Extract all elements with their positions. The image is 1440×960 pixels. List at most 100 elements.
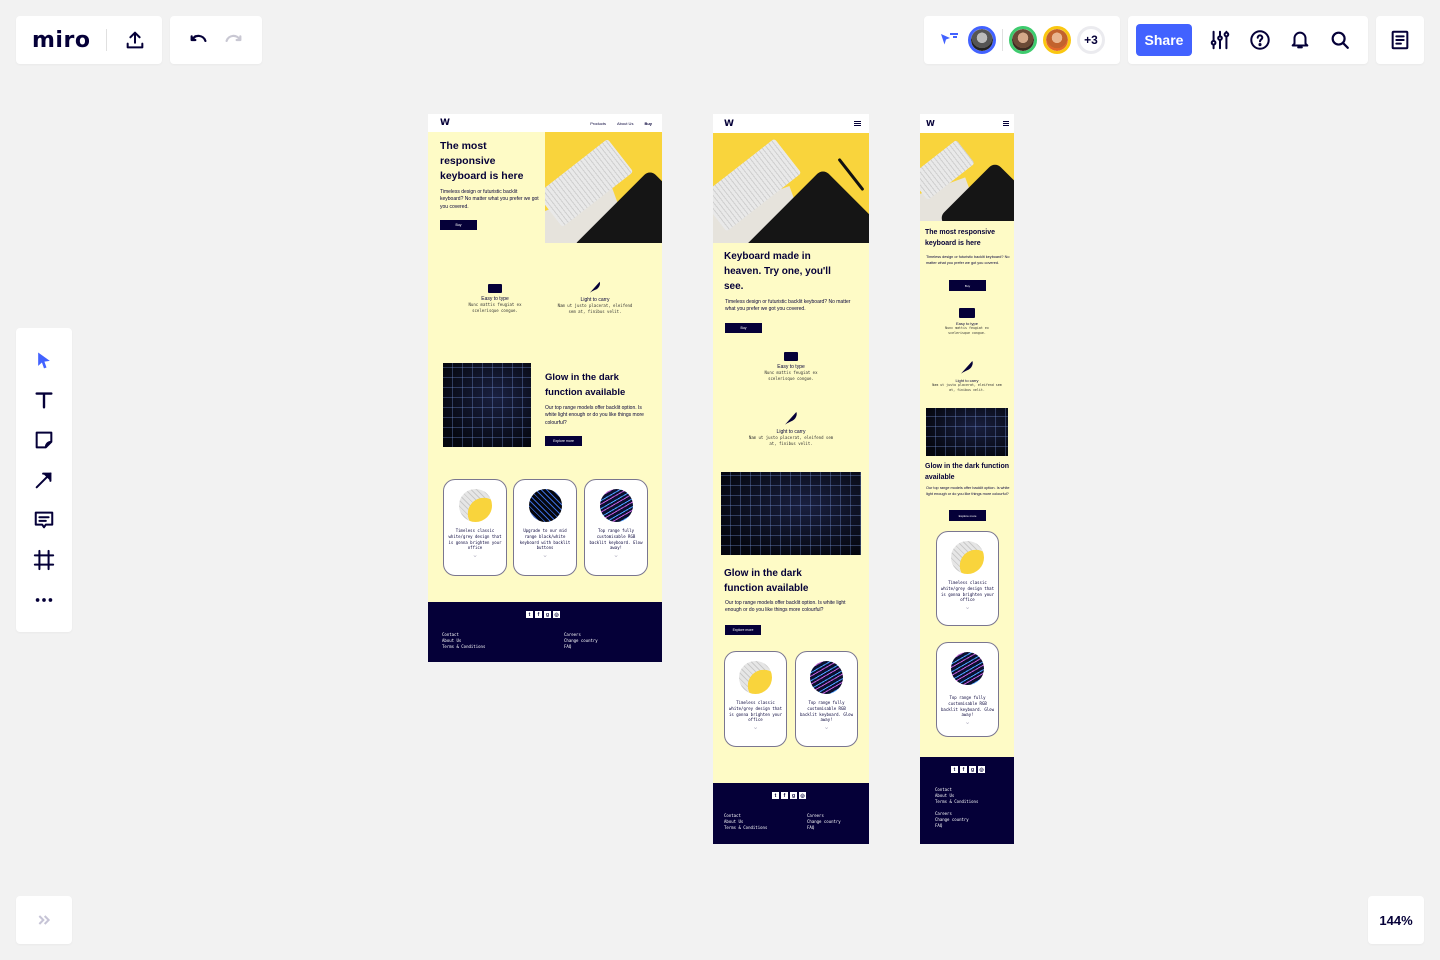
tablet-frame[interactable]: W Keyboard made in heaven. Try one, you'… bbox=[713, 114, 869, 844]
notifications-bell-icon[interactable] bbox=[1280, 24, 1320, 56]
facebook-icon[interactable]: f bbox=[781, 792, 788, 799]
collaborators-panel: +3 bbox=[924, 16, 1120, 64]
nav-about-us[interactable]: About Us bbox=[617, 121, 633, 126]
notes-document-icon[interactable] bbox=[1389, 29, 1411, 51]
hamburger-menu-icon[interactable] bbox=[854, 120, 861, 127]
nav-buy[interactable]: Buy bbox=[644, 121, 652, 126]
instagram-icon[interactable]: ◎ bbox=[978, 766, 985, 773]
avatar[interactable] bbox=[1043, 26, 1071, 54]
expand-panel-button[interactable] bbox=[16, 896, 72, 944]
share-button[interactable]: Share bbox=[1136, 24, 1192, 56]
twitter-icon[interactable]: t bbox=[772, 792, 779, 799]
instagram-icon[interactable]: ◎ bbox=[799, 792, 806, 799]
product-card[interactable]: Top range fully customisable RGB backlit… bbox=[795, 651, 858, 747]
select-icon[interactable] bbox=[24, 340, 64, 380]
hero-keyboard-image bbox=[545, 132, 662, 243]
chevron-down-icon[interactable]: ⌄ bbox=[725, 723, 786, 731]
feather-icon bbox=[959, 359, 975, 375]
footer-link-faq[interactable]: FAQ bbox=[935, 823, 969, 829]
avatar[interactable] bbox=[1009, 26, 1037, 54]
settings-sliders-icon[interactable] bbox=[1200, 24, 1240, 56]
hero-title: The most responsive keyboard is here bbox=[925, 229, 996, 247]
hero-title: The most responsive keyboard is here bbox=[440, 140, 524, 182]
chevron-down-icon[interactable]: ⌄ bbox=[514, 551, 576, 559]
search-icon[interactable] bbox=[1320, 24, 1360, 56]
help-icon[interactable] bbox=[1240, 24, 1280, 56]
footer-link-faq[interactable]: FAQ bbox=[807, 825, 841, 831]
brand-logo[interactable]: W bbox=[724, 119, 734, 129]
divider bbox=[1002, 29, 1003, 51]
explore-more-button[interactable]: Explore more bbox=[949, 510, 986, 521]
glow-title: Glow in the dark function available bbox=[724, 568, 809, 594]
site-footer: t f g ◎ Contact About Us Terms & Conditi… bbox=[428, 602, 662, 662]
more-collaborators-badge[interactable]: +3 bbox=[1077, 26, 1105, 54]
feather-icon bbox=[783, 410, 799, 426]
product-card[interactable]: Timeless classic white/grey design that … bbox=[443, 479, 507, 576]
footer-link-change-country[interactable]: Change country bbox=[807, 819, 841, 825]
product-card[interactable]: Timeless classic white/grey design that … bbox=[724, 651, 787, 747]
product-card[interactable]: Top range fully customisable RGB backlit… bbox=[936, 642, 999, 737]
footer-link-faq[interactable]: FAQ bbox=[564, 644, 598, 650]
facebook-icon[interactable]: f bbox=[960, 766, 967, 773]
google-plus-icon[interactable]: g bbox=[790, 792, 797, 799]
twitter-icon[interactable]: t bbox=[951, 766, 958, 773]
site-footer: t f g ◎ Contact About Us Terms & Conditi… bbox=[920, 757, 1014, 844]
footer-link-terms[interactable]: Terms & Conditions bbox=[442, 644, 485, 650]
mobile-frame[interactable]: W The most responsive keyboard is here T… bbox=[920, 114, 1014, 844]
chevron-down-icon[interactable]: ⌄ bbox=[444, 551, 506, 559]
instagram-icon[interactable]: ◎ bbox=[553, 611, 560, 618]
nav-products[interactable]: Products bbox=[590, 121, 606, 126]
export-icon[interactable] bbox=[123, 28, 147, 52]
miro-logo[interactable]: miro bbox=[32, 28, 90, 53]
hamburger-menu-icon[interactable] bbox=[1003, 120, 1009, 127]
footer-link-terms[interactable]: Terms & Conditions bbox=[724, 825, 767, 831]
backlit-keyboard-image bbox=[721, 472, 861, 555]
feather-icon bbox=[588, 280, 602, 294]
brand-logo[interactable]: W bbox=[926, 119, 935, 128]
site-footer: t f g ◎ Contact About Us Terms & Conditi… bbox=[713, 783, 869, 844]
explore-more-button[interactable]: Explore more bbox=[545, 436, 582, 446]
hero-buy-button[interactable]: Buy bbox=[725, 323, 762, 333]
desktop-frame[interactable]: W Products About Us Buy The most respons… bbox=[428, 114, 662, 662]
glow-title: Glow in the dark function available bbox=[925, 463, 1009, 481]
chevron-down-icon[interactable]: ⌄ bbox=[937, 603, 998, 611]
chevron-down-icon[interactable]: ⌄ bbox=[585, 551, 647, 559]
avatar[interactable] bbox=[968, 26, 996, 54]
hero-buy-button[interactable]: Buy bbox=[440, 220, 477, 230]
sticky-note-icon[interactable] bbox=[24, 420, 64, 460]
product-card[interactable]: Timeless classic white/grey design that … bbox=[936, 531, 999, 626]
google-plus-icon[interactable]: g bbox=[544, 611, 551, 618]
feature-easy-to-type: Easy to type Nunc mattis feugiat ex scel… bbox=[458, 284, 532, 313]
hero-buy-button[interactable]: Buy bbox=[949, 280, 986, 291]
chevron-down-icon[interactable]: ⌄ bbox=[796, 723, 857, 731]
feature-easy-to-type: Easy to type Nunc mattis feugiat ex scel… bbox=[751, 352, 831, 381]
glow-title: Glow in the dark function available bbox=[545, 372, 626, 398]
zoom-level[interactable]: 144% bbox=[1368, 896, 1424, 944]
product-card[interactable]: Top range fully customisable RGB backlit… bbox=[584, 479, 648, 576]
facebook-icon[interactable]: f bbox=[535, 611, 542, 618]
google-plus-icon[interactable]: g bbox=[969, 766, 976, 773]
backlit-keyboard-image bbox=[443, 363, 531, 447]
undo-icon[interactable] bbox=[185, 26, 213, 54]
text-icon[interactable] bbox=[24, 380, 64, 420]
keyboard-icon bbox=[784, 352, 798, 361]
history-controls bbox=[170, 16, 262, 64]
product-card[interactable]: Upgrade to our mid range black/white key… bbox=[513, 479, 577, 576]
feature-light-to-carry: Light to carry Nam ut justo placerat, el… bbox=[930, 359, 1004, 392]
twitter-icon[interactable]: t bbox=[526, 611, 533, 618]
hero-text: Timeless design or futuristic backlit ke… bbox=[926, 255, 1010, 265]
brand-logo[interactable]: W bbox=[440, 118, 450, 128]
frame-icon[interactable] bbox=[24, 540, 64, 580]
cursor-follow-icon[interactable] bbox=[936, 26, 964, 54]
explore-more-button[interactable]: Explore more bbox=[725, 625, 761, 635]
hero-text: Timeless design or futuristic backlit ke… bbox=[440, 189, 539, 210]
comment-icon[interactable] bbox=[24, 500, 64, 540]
footer-link-change-country[interactable]: Change country bbox=[564, 638, 598, 644]
arrow-line-icon[interactable] bbox=[24, 460, 64, 500]
footer-link-terms[interactable]: Terms & Conditions bbox=[935, 799, 978, 805]
chevron-down-icon[interactable]: ⌄ bbox=[937, 718, 998, 726]
more-icon[interactable] bbox=[24, 580, 64, 620]
footer-link-change-country[interactable]: Change country bbox=[935, 817, 969, 823]
hero-text: Timeless design or futuristic backlit ke… bbox=[725, 299, 851, 313]
redo-icon[interactable] bbox=[219, 26, 247, 54]
